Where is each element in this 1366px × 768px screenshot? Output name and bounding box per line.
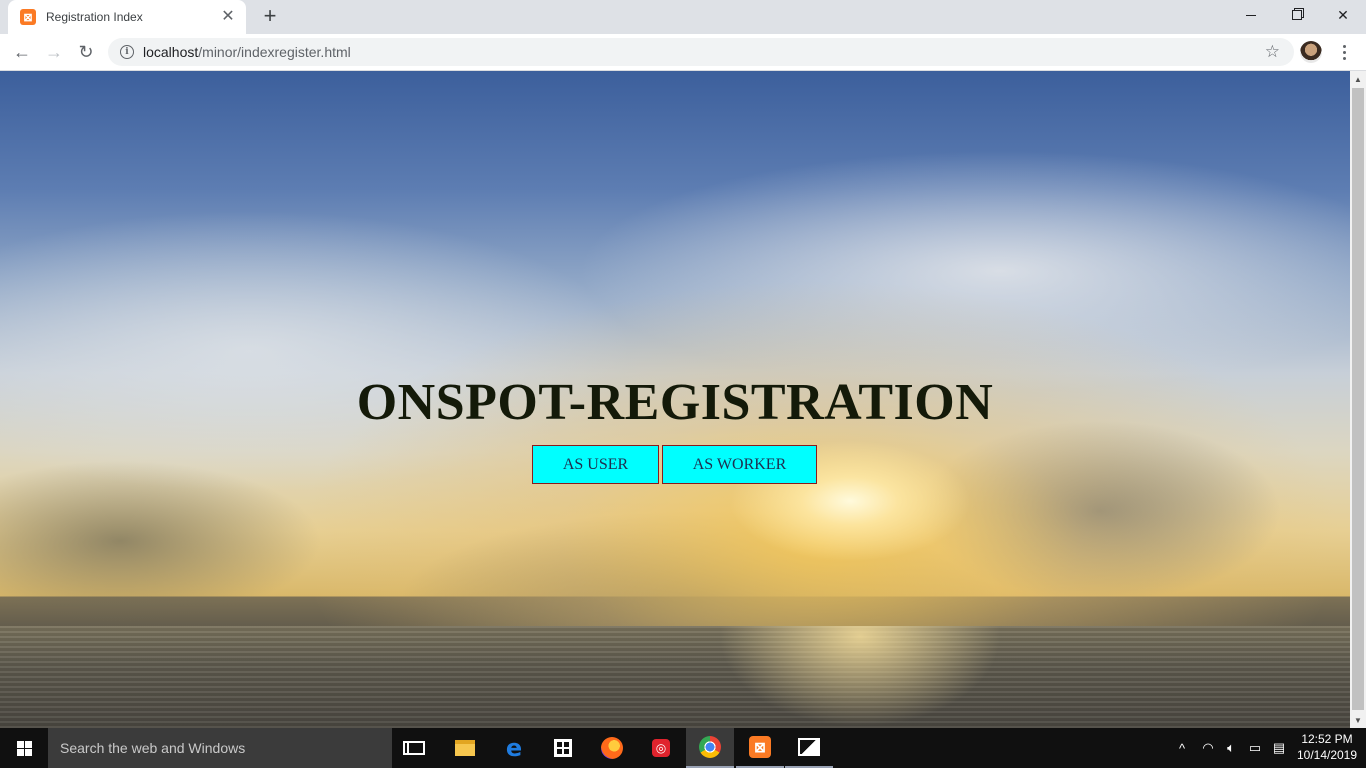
- site-info-icon[interactable]: i: [120, 45, 134, 59]
- address-bar[interactable]: i localhost/minor/indexregister.html ☆: [108, 38, 1294, 66]
- vpn-app-button[interactable]: ◎: [637, 728, 685, 768]
- scroll-up-arrow-icon[interactable]: ▲: [1350, 71, 1366, 87]
- chrome-button[interactable]: [686, 728, 734, 768]
- task-view-button[interactable]: [392, 728, 440, 768]
- browser-menu-icon[interactable]: [1334, 40, 1354, 64]
- tray-chevron-icon[interactable]: ^: [1172, 728, 1192, 768]
- firefox-button[interactable]: [588, 728, 636, 768]
- browser-tab[interactable]: ⊠ Registration Index ✕: [8, 0, 246, 34]
- taskbar: Search the web and Windows e ◎ ⊠ ^ ◠ 🔈︎ …: [0, 728, 1366, 768]
- start-button[interactable]: [0, 728, 48, 768]
- restore-icon: [1292, 10, 1302, 20]
- scroll-thumb[interactable]: [1352, 88, 1364, 710]
- xampp-icon: ⊠: [20, 9, 36, 25]
- file-explorer-button[interactable]: [441, 728, 489, 768]
- edge-button[interactable]: e: [490, 728, 538, 768]
- folder-icon: [455, 740, 475, 756]
- scroll-down-arrow-icon[interactable]: ▼: [1350, 712, 1366, 728]
- xampp-taskbar-icon: ⊠: [749, 736, 771, 758]
- firefox-icon: [601, 737, 623, 759]
- url-path: /minor/indexregister.html: [198, 44, 351, 60]
- tab-title: Registration Index: [46, 10, 143, 24]
- restore-button[interactable]: [1274, 0, 1320, 30]
- vertical-scrollbar[interactable]: ▲ ▼: [1350, 71, 1366, 728]
- close-window-button[interactable]: ✕: [1320, 0, 1366, 30]
- clock-date: 10/14/2019: [1296, 748, 1358, 762]
- as-user-button[interactable]: AS USER: [532, 445, 659, 484]
- forward-button[interactable]: →: [40, 38, 68, 66]
- background-sea: [0, 626, 1350, 728]
- store-button[interactable]: [539, 728, 587, 768]
- page-title: ONSPOT-REGISTRATION: [356, 374, 994, 431]
- bookmark-star-icon[interactable]: ☆: [1265, 42, 1280, 62]
- url-host: localhost: [143, 44, 199, 60]
- vpn-icon: ◎: [652, 739, 670, 757]
- browser-toolbar: ← → ↻ i localhost/minor/indexregister.ht…: [0, 34, 1366, 71]
- edge-icon: e: [505, 734, 523, 762]
- minimize-button[interactable]: [1228, 0, 1274, 30]
- close-tab-icon[interactable]: ✕: [220, 9, 236, 25]
- chrome-icon: [699, 736, 721, 758]
- photos-button[interactable]: [785, 728, 833, 768]
- battery-icon[interactable]: ▭: [1244, 728, 1266, 768]
- page-viewport: ONSPOT-REGISTRATION AS USER AS WORKER: [0, 71, 1350, 728]
- taskbar-search[interactable]: Search the web and Windows: [48, 728, 392, 768]
- as-worker-button[interactable]: AS WORKER: [662, 445, 817, 484]
- back-button[interactable]: ←: [8, 38, 36, 66]
- photos-icon: [798, 738, 820, 756]
- reload-button[interactable]: ↻: [72, 38, 100, 66]
- tab-strip: ⊠ Registration Index ✕ + ✕: [0, 0, 1366, 34]
- profile-avatar[interactable]: [1300, 41, 1322, 63]
- notification-icon[interactable]: ▤: [1268, 728, 1290, 768]
- windows-icon: [16, 740, 32, 756]
- system-clock[interactable]: 12:52 PM 10/14/2019: [1292, 731, 1362, 763]
- volume-icon[interactable]: 🔈︎: [1220, 728, 1242, 768]
- new-tab-button[interactable]: +: [258, 5, 282, 29]
- minimize-icon: [1246, 14, 1256, 16]
- wifi-icon[interactable]: ◠: [1196, 728, 1220, 768]
- xampp-button[interactable]: ⊠: [736, 728, 784, 768]
- url-text: localhost/minor/indexregister.html: [143, 44, 351, 60]
- clock-time: 12:52 PM: [1301, 732, 1353, 746]
- store-icon: [554, 739, 572, 757]
- task-view-icon: [407, 741, 425, 755]
